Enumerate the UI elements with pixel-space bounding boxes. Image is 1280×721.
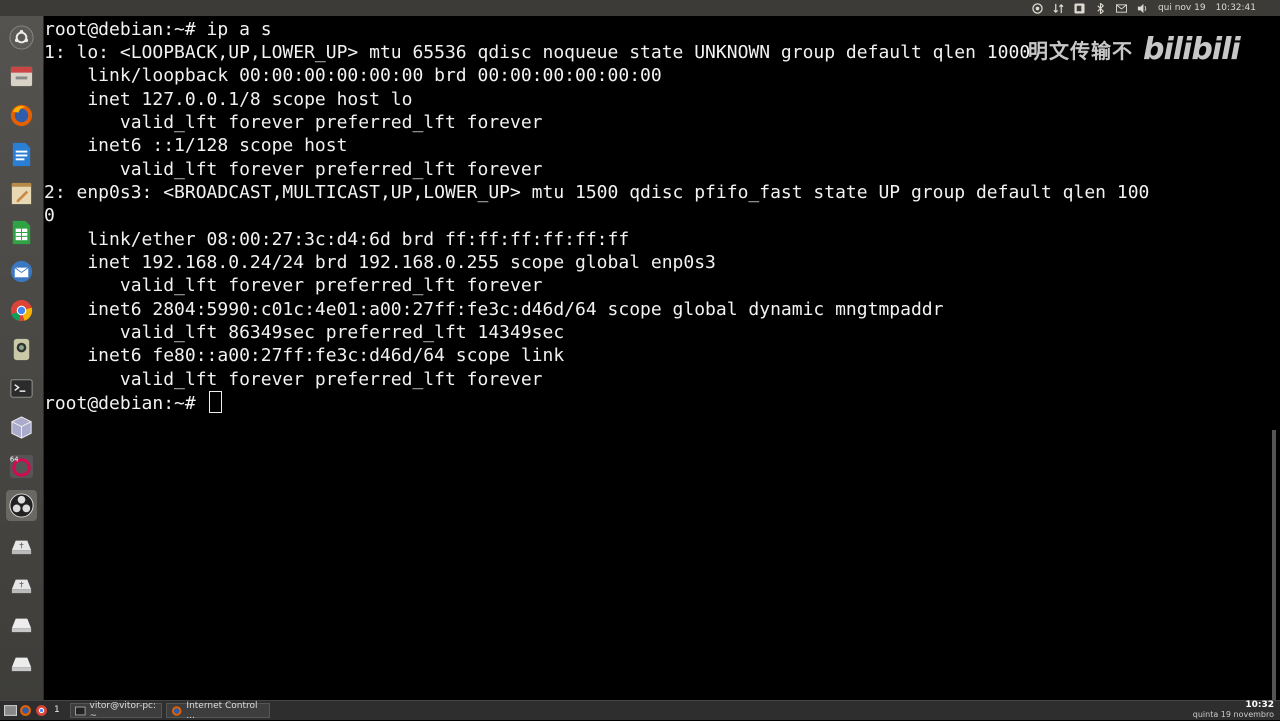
watermark: 明文传输不 bilibili: [1028, 32, 1241, 67]
launcher: 64: [0, 16, 44, 700]
terminal-window[interactable]: root@debian:~# ip a s 1: lo: <LOOPBACK,U…: [44, 16, 1276, 700]
terminal-line: inet 127.0.0.1/8 scope host lo: [44, 89, 413, 110]
mail-icon[interactable]: [1115, 3, 1127, 14]
top-panel: qui nov 19 10:32:41: [0, 0, 1280, 16]
terminal-line: inet6 fe80::a00:27ff:fe3c:d46d/64 scope …: [44, 345, 565, 366]
terminal-icon: [75, 706, 86, 715]
chrome-icon[interactable]: [6, 295, 37, 326]
terminal-line: inet6 ::1/128 scope host: [44, 135, 348, 156]
terminal-line: inet6 2804:5990:c01c:4e01:a00:27ff:fe3c:…: [44, 299, 944, 320]
watermark-text: 明文传输不: [1028, 39, 1133, 63]
panel-time[interactable]: 10:32:41: [1216, 3, 1256, 13]
panel-date[interactable]: qui nov 19: [1158, 3, 1206, 13]
hard-drive-icon[interactable]: [6, 607, 37, 638]
show-desktop-icon[interactable]: [4, 704, 17, 717]
terminal-line: 1: lo: <LOOPBACK,UP,LOWER_UP> mtu 65536 …: [44, 42, 1031, 63]
terminal-line: 0: [44, 205, 55, 226]
terminal-line: valid_lft 86349sec preferred_lft 14349se…: [44, 322, 565, 343]
thunderbird-mail-icon[interactable]: [6, 256, 37, 287]
firefox-icon[interactable]: [6, 100, 37, 131]
firefox-icon: [171, 705, 182, 716]
terminal-icon[interactable]: [6, 373, 37, 404]
terminal-line: valid_lft forever preferred_lft forever: [44, 275, 543, 296]
taskbar-clock-date: quinta 19 novembro: [1192, 710, 1274, 719]
taskbar-clock[interactable]: 10:32 quinta 19 novembro: [1192, 700, 1274, 720]
bottom-taskbar: 1 vitor@vitor-pc: ~ Internet Control ...…: [0, 700, 1280, 721]
taskbar-window-firefox[interactable]: Internet Control ...: [166, 700, 270, 721]
terminal-prompt: root@debian:~#: [44, 393, 207, 414]
debian-icon[interactable]: 64: [6, 451, 37, 482]
taskbar-window-title: vitor@vitor-pc: ~: [89, 700, 157, 721]
firefox-icon[interactable]: [19, 704, 32, 717]
hard-drive-icon-2[interactable]: [6, 646, 37, 677]
volume-icon[interactable]: [1137, 3, 1148, 14]
svg-text:64: 64: [10, 456, 19, 464]
terminal-line: link/loopback 00:00:00:00:00:00 brd 00:0…: [44, 65, 662, 86]
terminal-line: valid_lft forever preferred_lft forever: [44, 159, 543, 180]
terminal-line: 2: enp0s3: <BROADCAST,MULTICAST,UP,LOWER…: [44, 182, 1150, 203]
chrome-icon[interactable]: [35, 704, 48, 717]
bluetooth-icon[interactable]: [1095, 2, 1106, 14]
usb-drive-icon-2[interactable]: [6, 568, 37, 599]
chrome-icon[interactable]: [1032, 2, 1043, 14]
ubuntu-dash-icon[interactable]: [6, 22, 37, 53]
taskbar-window-terminal[interactable]: vitor@vitor-pc: ~: [70, 700, 162, 721]
file-manager-icon[interactable]: [6, 61, 37, 92]
workspace-number[interactable]: 1: [54, 705, 60, 715]
camera-icon[interactable]: [6, 334, 37, 365]
virtualbox-icon[interactable]: [6, 412, 37, 443]
terminal-cursor: [208, 391, 222, 413]
writer-document-icon[interactable]: [6, 139, 37, 170]
taskbar-window-title: Internet Control ...: [186, 700, 258, 721]
network-arrows-icon[interactable]: [1053, 3, 1064, 14]
terminal-line: inet 192.168.0.24/24 brd 192.168.0.255 s…: [44, 252, 716, 273]
keyboard-icon[interactable]: [1074, 2, 1085, 14]
terminal-scrollbar[interactable]: [1272, 430, 1276, 700]
terminal-line: valid_lft forever preferred_lft forever: [44, 112, 543, 133]
taskbar-clock-time: 10:32: [1245, 700, 1274, 710]
terminal-line: valid_lft forever preferred_lft forever: [44, 369, 543, 390]
obs-icon[interactable]: [6, 490, 37, 521]
usb-drive-icon[interactable]: [6, 529, 37, 560]
terminal-line: root@debian:~# ip a s: [44, 19, 272, 40]
terminal-prompt-line[interactable]: root@debian:~#: [44, 391, 222, 414]
terminal-line: link/ether 08:00:27:3c:d4:6d brd ff:ff:f…: [44, 229, 630, 250]
bilibili-logo: bilibili: [1143, 32, 1241, 67]
calc-spreadsheet-icon[interactable]: [6, 217, 37, 248]
text-editor-icon[interactable]: [6, 178, 37, 209]
